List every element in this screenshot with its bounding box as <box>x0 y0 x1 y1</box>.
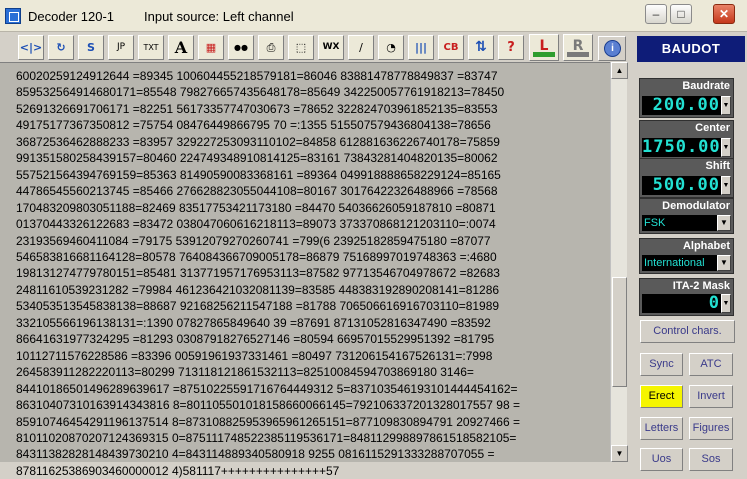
scroll-up-icon[interactable]: ▲ <box>611 62 628 79</box>
alphabet-box: Alphabet International ▼ <box>639 238 734 274</box>
font-icon[interactable]: A <box>168 35 194 60</box>
decoded-line: 60020259124912644 =89345 100604455218579… <box>16 69 498 83</box>
decoded-line: 86310407310163914343816 8=80110550101815… <box>16 398 520 413</box>
decoded-line: 81011020870207124369315 0=87511174852238… <box>16 430 517 445</box>
decoded-line: 10112711576228586 =83396 005919619373314… <box>16 348 493 363</box>
decoded-line: 52691326691706171 =82251 561733577470306… <box>16 101 498 116</box>
shift-box: Shift 500.00 ▼ <box>639 158 734 198</box>
scroll-down-icon[interactable]: ▼ <box>611 445 628 462</box>
decoded-line: 36872536462888233 =83957 329227253093110… <box>16 134 500 149</box>
demodulator-select[interactable]: FSK <box>642 215 720 231</box>
save-jp-icon[interactable]: JP <box>108 35 134 60</box>
demodulator-dropdown-icon[interactable]: ▼ <box>717 215 731 231</box>
window-icon[interactable]: ▦ <box>198 35 224 60</box>
save-txt-icon[interactable]: TXT <box>138 35 164 60</box>
control-chars-button[interactable]: Control chars. <box>640 320 735 343</box>
window-title: Decoder 120-1 <box>28 9 114 24</box>
minimize-button[interactable]: – <box>645 4 667 24</box>
right-channel-button[interactable]: R <box>563 34 593 61</box>
help-icon[interactable]: ? <box>498 35 524 60</box>
info-button[interactable]: i <box>598 36 626 61</box>
decoded-line: 87811625386903460000012 4)581117++++++++… <box>16 463 340 478</box>
barcode-icon[interactable]: ||| <box>408 35 434 60</box>
decoded-line: 24811610539231282 =79984 461236421032081… <box>16 282 500 297</box>
toolbar: <|> ↻ S JP TXT A ▦ ●● ⎙ ⬚ WX ∕ ◔ ||| CB … <box>14 32 630 62</box>
decoded-text: 60020259124912644 =89345 100604455218579… <box>16 68 616 479</box>
swap-icon[interactable]: ⇅ <box>468 35 494 60</box>
crop-icon[interactable]: ⬚ <box>288 35 314 60</box>
close-button[interactable]: ✕ <box>713 4 735 24</box>
shift-title: Shift <box>705 160 730 172</box>
info-icon: i <box>604 40 621 57</box>
center-value[interactable]: 1750.00 <box>642 138 722 157</box>
vertical-scrollbar[interactable]: ▲ ▼ <box>610 62 628 462</box>
shift-value[interactable]: 500.00 <box>642 176 722 195</box>
sync-button[interactable]: Sync <box>640 353 683 376</box>
decoded-line: 85910746454291196137514 8=87310882595396… <box>16 414 520 429</box>
decoded-line: 859532564914680171=85548 798276657435648… <box>16 85 505 100</box>
maximize-button[interactable]: □ <box>670 4 692 24</box>
decoded-line: 84311382828148439730210 4=84311488934058… <box>16 447 495 462</box>
baudrate-title: Baudrate <box>682 80 730 92</box>
shift-dropdown-icon[interactable]: ▼ <box>721 176 731 195</box>
decoded-line: 198131274779780151=85481 313771957176953… <box>16 266 500 281</box>
alphabet-title: Alphabet <box>682 240 730 252</box>
wx-icon[interactable]: WX <box>318 35 344 60</box>
binoculars-icon[interactable]: ●● <box>228 35 254 60</box>
sos-button[interactable]: Sos <box>689 448 733 471</box>
decoded-line: 86641631977324295 =81293 030879182765271… <box>16 332 495 347</box>
invert-button[interactable]: Invert <box>689 385 733 408</box>
decoded-line: 534053513545838138=88687 921682562115471… <box>16 299 500 314</box>
title-bar: Decoder 120-1 Input source: Left channel… <box>0 0 747 32</box>
sync-icon[interactable]: S <box>78 35 104 60</box>
printer-icon[interactable]: ⎙ <box>258 35 284 60</box>
antenna-icon[interactable]: ∕ <box>348 35 374 60</box>
alphabet-select[interactable]: International <box>642 255 720 271</box>
usos-button[interactable]: Uos <box>640 448 683 471</box>
demodulator-title: Demodulator <box>662 200 730 212</box>
baudrate-value[interactable]: 200.00 <box>642 96 722 115</box>
decoded-line: 332105566196138131=:1390 07827865849640 … <box>16 315 491 330</box>
demodulator-box: Demodulator FSK ▼ <box>639 198 734 234</box>
scroll-thumb[interactable] <box>612 277 627 387</box>
center-dropdown-icon[interactable]: ▼ <box>721 138 731 157</box>
ita2-mask-dropdown-icon[interactable]: ▼ <box>721 294 731 313</box>
baudrate-dropdown-icon[interactable]: ▼ <box>721 96 731 115</box>
decoded-text-area[interactable]: 60020259124912644 =89345 100604455218579… <box>0 62 625 478</box>
app-icon <box>5 8 21 24</box>
decoded-line: 264583911282220113=80299 713118121861532… <box>16 365 474 380</box>
erect-button[interactable]: Erect <box>640 385 683 408</box>
left-channel-indicator <box>533 52 555 57</box>
decoded-line: 01370443326122683 =83472 038047060616218… <box>16 217 496 232</box>
ita2-mask-box: ITA-2 Mask 0 ▼ <box>639 278 734 316</box>
decoded-line: 991351580258439157=80460 224749348910814… <box>16 151 498 166</box>
decoded-line: 557521564394769159=85363 814905900833681… <box>16 167 501 182</box>
radar-icon[interactable]: ◔ <box>378 35 404 60</box>
figures-button[interactable]: Figures <box>689 417 733 440</box>
mode-label: BAUDOT <box>637 36 745 62</box>
right-channel-indicator <box>567 52 589 57</box>
atc-button[interactable]: ATC <box>689 353 733 376</box>
ita2-mask-value[interactable]: 0 <box>642 294 722 313</box>
settings-panel: i BAUDOT Baudrate 200.00 ▼ Center 1750.0… <box>598 32 747 471</box>
decoded-line: 49175177367350812 =75754 08476449866795 … <box>16 118 491 133</box>
alphabet-dropdown-icon[interactable]: ▼ <box>717 255 731 271</box>
decoded-line: 546583816681164128=80578 764084366709005… <box>16 249 497 264</box>
letters-button[interactable]: Letters <box>640 417 683 440</box>
decoded-line: 23193569460411084 =79175 539120792702607… <box>16 233 491 248</box>
ita2-mask-title: ITA-2 Mask <box>672 280 730 292</box>
decoded-line: 170483209803051188=82469 835177534211731… <box>16 200 496 215</box>
scope-icon[interactable]: <|> <box>18 35 44 60</box>
center-box: Center 1750.00 ▼ <box>639 120 734 160</box>
decoded-line: 44786545560213745 =85466 276628823055044… <box>16 184 498 199</box>
left-channel-button[interactable]: L <box>529 34 559 61</box>
cb-icon[interactable]: CB <box>438 35 464 60</box>
refresh-icon[interactable]: ↻ <box>48 35 74 60</box>
input-source-label: Input source: Left channel <box>144 9 294 24</box>
center-title: Center <box>695 122 730 134</box>
baudrate-box: Baudrate 200.00 ▼ <box>639 78 734 118</box>
decoded-line: 84410186501496289639617 =875102255917167… <box>16 381 518 396</box>
